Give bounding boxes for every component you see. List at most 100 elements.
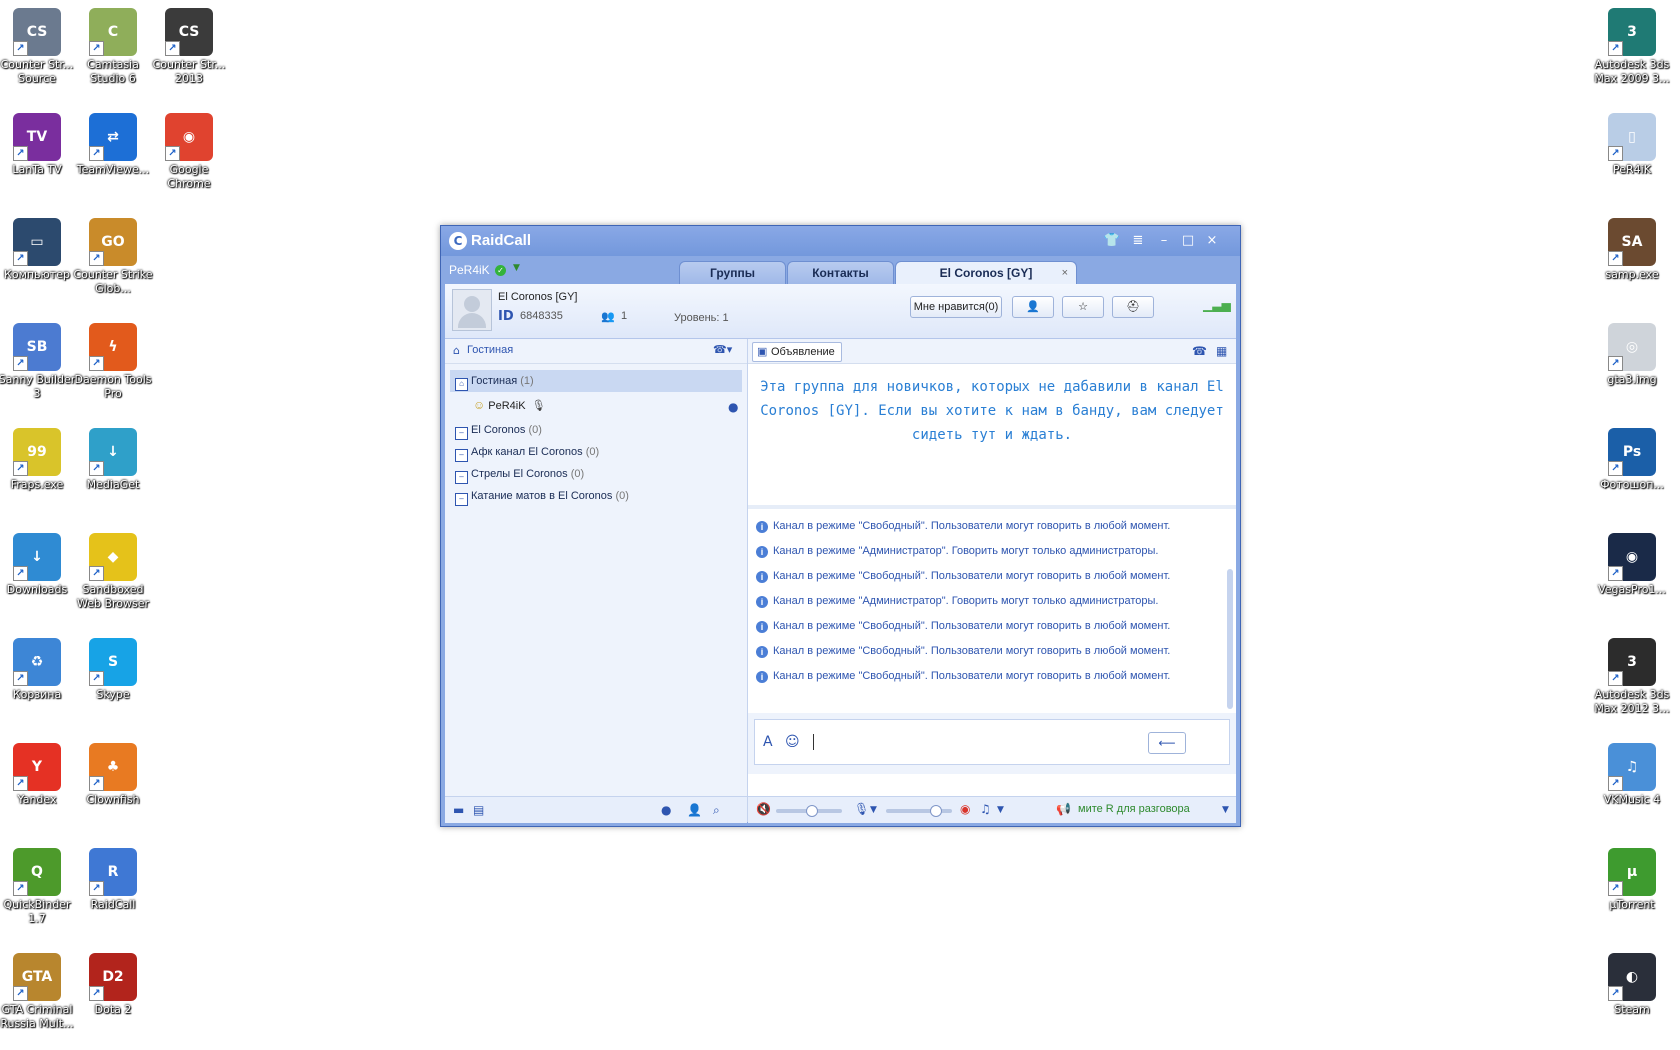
desktop-shortcut[interactable]: SA ↗ samp.exe: [1592, 218, 1672, 282]
online-status-icon[interactable]: ✓: [495, 265, 506, 276]
desktop-shortcut[interactable]: C ↗ Camtasia Studio 6: [73, 8, 153, 86]
desktop-shortcut-label: Фотошоп...: [1600, 478, 1664, 491]
desktop-shortcut[interactable]: ▭ ↗ Компьютер: [0, 218, 77, 282]
desktop-shortcut[interactable]: ♻ ↗ Корзина: [0, 638, 77, 702]
tab-groups[interactable]: Группы: [679, 261, 786, 285]
channel-icon: –: [455, 471, 468, 484]
desktop-shortcut[interactable]: SB ↗ Sanny Builder 3: [0, 323, 77, 401]
channel-item-katanie[interactable]: – Катание матов в El Coronos (0): [450, 485, 742, 507]
chevron-down-icon[interactable]: ▼: [1222, 805, 1229, 815]
font-icon[interactable]: A: [763, 734, 773, 750]
collapse-icon[interactable]: ▬: [453, 803, 464, 817]
chevron-down-icon[interactable]: ▼: [870, 805, 877, 815]
desktop-shortcut[interactable]: ◉ ↗ VegasPro1...: [1592, 533, 1672, 597]
desktop-shortcut[interactable]: 3 ↗ Autodesk 3ds Max 2012 3...: [1592, 638, 1672, 716]
desktop-shortcut[interactable]: ♫ ↗ VKMusic 4: [1592, 743, 1672, 807]
desktop-shortcut[interactable]: ◐ ↗ Steam: [1592, 953, 1672, 1017]
gift-icon[interactable]: ▦: [1216, 344, 1227, 358]
desktop-shortcut[interactable]: ⇄ ↗ TeamViewe...: [73, 113, 153, 177]
channel-name: Катание матов в El Coronos: [471, 490, 613, 502]
desktop-shortcut[interactable]: ◉ ↗ Google Chrome: [149, 113, 229, 191]
desktop-shortcut[interactable]: ▯ ↗ PeR4iK: [1592, 113, 1672, 177]
title-bar[interactable]: C RaidCall 👕 ≣ – □ ×: [441, 226, 1240, 256]
sanny-builder-icon: SB ↗: [13, 323, 61, 371]
desktop-shortcut[interactable]: CS ↗ Counter Str... 2013: [149, 8, 229, 86]
divider: [748, 505, 1236, 509]
user-icon[interactable]: 👤: [687, 803, 702, 817]
record-icon[interactable]: ◉: [960, 802, 970, 816]
desktop-shortcut[interactable]: ◎ ↗ gta3.img: [1592, 323, 1672, 387]
desktop-shortcut[interactable]: D2 ↗ Dota 2: [73, 953, 153, 1017]
shortcut-arrow-icon: ↗: [1608, 251, 1623, 266]
tab-contacts[interactable]: Контакты: [787, 261, 894, 285]
slider-knob[interactable]: [806, 805, 818, 817]
chat-settings-icon[interactable]: ☎: [1192, 344, 1207, 358]
tab-close-icon[interactable]: ×: [1062, 262, 1068, 285]
add-member-button[interactable]: 👤: [1012, 296, 1054, 318]
desktop-shortcut[interactable]: ◆ ↗ Sandboxed Web Browser: [73, 533, 153, 611]
music-icon[interactable]: ♫: [980, 802, 991, 816]
desktop-shortcut[interactable]: CS ↗ Counter Str... Source: [0, 8, 77, 86]
desktop-shortcut-label: Fraps.exe: [10, 478, 64, 491]
tab-group-el-coronos[interactable]: El Coronos [GY] ×: [895, 261, 1077, 285]
desktop-shortcut[interactable]: Ps ↗ Фотошоп...: [1592, 428, 1672, 492]
log-line: i Канал в режиме "Свободный". Пользовател…: [756, 617, 1170, 635]
current-user-name[interactable]: PeR4iK: [449, 263, 490, 277]
desktop-shortcut[interactable]: TV ↗ LanTa TV: [0, 113, 77, 177]
search-icon[interactable]: ⌕: [713, 803, 720, 818]
log-text: Канал в режиме "Свободный". Пользователи…: [773, 520, 1171, 532]
desktop-shortcut[interactable]: ↓ ↗ Downloads: [0, 533, 77, 597]
announcement-button[interactable]: ▣ Объявление: [752, 342, 842, 362]
channel-user[interactable]: ☺ PeR4iK 🎙: [473, 398, 546, 418]
desktop-shortcut[interactable]: Q ↗ QuickBinder 1.7: [0, 848, 77, 926]
minimize-button[interactable]: –: [1155, 232, 1173, 250]
desktop-shortcut[interactable]: GTA ↗ GTA Criminal Russia Mult...: [0, 953, 77, 1031]
channel-item-el-coronos[interactable]: – El Coronos (0): [450, 419, 742, 441]
push-to-talk-label[interactable]: мите R для разговора: [1078, 803, 1190, 815]
channel-menu-icon[interactable]: ☎▾: [713, 343, 732, 356]
desktop-shortcut[interactable]: Y ↗ Yandex: [0, 743, 77, 807]
microphone-icon[interactable]: 🎙: [854, 802, 869, 816]
menu-icon[interactable]: ≣: [1129, 232, 1147, 250]
slider-knob[interactable]: [930, 805, 942, 817]
sandboxed-browser-icon: ◆ ↗: [89, 533, 137, 581]
channel-count: (0): [570, 468, 585, 480]
shortcut-arrow-icon: ↗: [89, 41, 104, 56]
location-icon[interactable]: ●: [661, 803, 671, 817]
group-avatar[interactable]: [452, 289, 492, 331]
location-pin-icon[interactable]: ●: [728, 400, 738, 414]
channel-item-lobby[interactable]: ⌂ Гостиная (1): [450, 370, 742, 392]
log-scrollbar[interactable]: [1227, 569, 1233, 709]
desktop-shortcut[interactable]: 3 ↗ Autodesk 3ds Max 2009 3...: [1592, 8, 1672, 86]
channel-item-afk[interactable]: – Афк канал El Coronos (0): [450, 441, 742, 463]
desktop-shortcut[interactable]: S ↗ Skype: [73, 638, 153, 702]
mic-volume-slider[interactable]: [886, 805, 952, 817]
desktop-shortcut[interactable]: ♣ ↗ Clownfish: [73, 743, 153, 807]
card-icon[interactable]: ▤: [473, 803, 484, 817]
maximize-button[interactable]: □: [1179, 232, 1197, 250]
desktop-shortcut[interactable]: ϟ ↗ Daemon Tools Pro: [73, 323, 153, 401]
desktop-shortcut[interactable]: ↓ ↗ MediaGet: [73, 428, 153, 492]
close-button[interactable]: ×: [1203, 232, 1221, 250]
like-button[interactable]: Мне нравится(0): [910, 296, 1002, 318]
favorite-button[interactable]: ☆: [1062, 296, 1104, 318]
desktop-shortcut[interactable]: R ↗ RaidCall: [73, 848, 153, 912]
chevron-down-icon[interactable]: ▼: [513, 263, 520, 273]
speaker-muted-icon[interactable]: 🔇: [756, 802, 771, 816]
desktop-shortcut[interactable]: µ ↗ µTorrent: [1592, 848, 1672, 912]
channel-name: Гостиная: [471, 375, 518, 387]
desktop-shortcut[interactable]: 99 ↗ Fraps.exe: [0, 428, 77, 492]
speaker-volume-slider[interactable]: [776, 805, 842, 817]
desktop-shortcut-label: Sanny Builder 3: [0, 373, 76, 400]
skin-shirt-icon[interactable]: 👕: [1103, 232, 1121, 250]
lobby-icon: ⌂: [453, 344, 460, 357]
gta-criminal-russia-icon: GTA ↗: [13, 953, 61, 1001]
emoji-icon[interactable]: ☺: [785, 734, 800, 750]
send-button[interactable]: ⟵: [1148, 732, 1186, 754]
channel-icon: –: [455, 427, 468, 440]
channel-item-strely[interactable]: – Стрелы El Coronos (0): [450, 463, 742, 485]
desktop-shortcut[interactable]: GO ↗ Counter Strike Glob...: [73, 218, 153, 296]
group-settings-button[interactable]: ⛑: [1112, 296, 1154, 318]
chevron-down-icon[interactable]: ▼: [997, 805, 1004, 815]
message-input[interactable]: A ☺ ⟵: [754, 719, 1230, 765]
